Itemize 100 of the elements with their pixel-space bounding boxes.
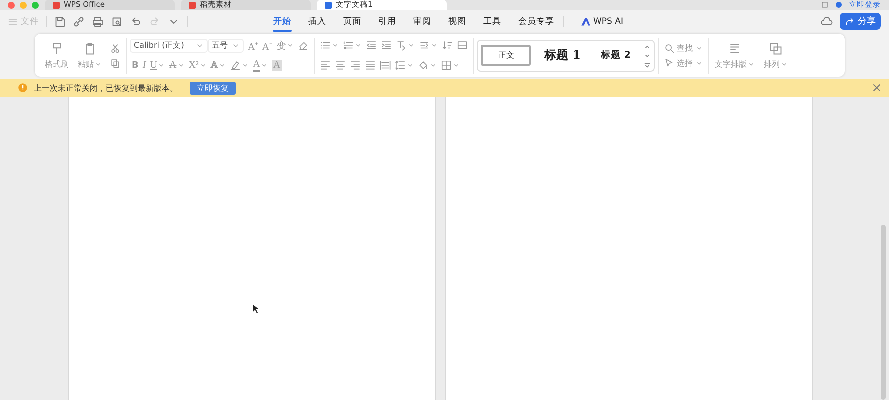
font-tool-button[interactable]: A <box>270 59 284 72</box>
format-painter-icon <box>50 42 64 56</box>
print-icon[interactable] <box>92 16 104 28</box>
caret-icon <box>780 60 788 68</box>
ribbon-tab[interactable]: 审阅 <box>405 12 440 32</box>
maximize-window-icon[interactable] <box>32 2 39 8</box>
close-window-icon[interactable] <box>8 2 15 8</box>
numbered-list-icon <box>343 40 354 51</box>
font-tool-button[interactable]: A⁺ <box>246 38 260 54</box>
align-right-icon <box>350 60 362 71</box>
style-option[interactable]: 正文 <box>481 45 532 66</box>
ai-logo-icon <box>580 16 590 26</box>
caret-icon <box>158 62 166 69</box>
ribbon-button[interactable]: 粘贴 <box>75 42 105 70</box>
app-logo-icon <box>189 2 196 8</box>
font-tool-button[interactable]: A <box>167 59 187 72</box>
caret-icon <box>219 62 226 69</box>
font-tool-button[interactable]: A⁻ <box>260 38 274 54</box>
ribbon-tab[interactable]: 工具 <box>475 12 510 32</box>
sort-icon <box>442 40 454 51</box>
outdent-icon <box>366 40 378 51</box>
tool-button[interactable] <box>378 59 394 72</box>
ribbon-tab[interactable]: 插入 <box>300 12 335 32</box>
caret-icon <box>696 60 703 66</box>
share-button[interactable]: 分享 <box>840 13 881 30</box>
share-icon <box>845 16 855 26</box>
font-tool-button[interactable]: I <box>140 59 148 72</box>
app-logo-icon <box>53 2 60 8</box>
font-tool-button[interactable]: 变 <box>274 38 296 54</box>
scissors-icon <box>110 42 121 54</box>
ai-tab[interactable]: WPS AI <box>572 12 632 30</box>
caret-icon <box>355 42 362 49</box>
style-option[interactable]: 标题 2 <box>594 44 638 67</box>
caret-icon <box>408 42 416 49</box>
style-option[interactable]: 标题 1 <box>537 42 588 69</box>
table-lines-icon <box>457 40 468 51</box>
caret-icon <box>178 62 185 69</box>
font-tool-button[interactable]: A <box>251 58 270 72</box>
paragraph-layout-icon <box>419 40 430 51</box>
copy-icon <box>110 58 121 68</box>
text-layout-icon <box>728 42 742 56</box>
highlighter-icon <box>230 60 242 71</box>
scrollbar[interactable] <box>881 225 886 400</box>
caret-icon <box>430 62 438 69</box>
caret-icon <box>95 60 102 68</box>
caret-icon <box>431 42 438 49</box>
app-logo-icon <box>325 2 332 8</box>
mouse-pointer-icon <box>252 303 260 315</box>
caret-icon <box>287 42 294 49</box>
ribbon-button[interactable]: 文字排版 <box>712 42 758 70</box>
caret-icon <box>261 62 268 69</box>
close-icon[interactable] <box>871 82 883 94</box>
justify-icon <box>365 60 376 71</box>
arrange-icon <box>768 42 783 56</box>
ribbon-tab[interactable]: 引用 <box>370 12 405 32</box>
ribbon-button[interactable]: 查找 <box>662 42 705 54</box>
caret-icon <box>407 62 414 69</box>
distribute-icon <box>380 60 392 71</box>
font-tool-button[interactable]: A <box>208 59 228 72</box>
font-name-select[interactable]: Calibri (正文) <box>130 38 208 52</box>
caret-icon <box>200 62 207 69</box>
save-icon[interactable] <box>54 16 66 28</box>
pointer-select-icon <box>664 58 675 68</box>
indent-icon <box>381 40 392 51</box>
ribbon-tab[interactable]: 视图 <box>440 12 475 32</box>
font-tool-button[interactable]: U <box>148 59 168 72</box>
ribbon-tab[interactable]: 页面 <box>335 12 370 32</box>
caret-icon <box>748 60 755 68</box>
text-direction-icon <box>396 40 408 51</box>
warning-icon <box>18 83 28 93</box>
ribbon-button[interactable]: 排列 <box>760 42 791 70</box>
search-icon <box>664 42 675 54</box>
bullet-list-icon <box>320 40 332 51</box>
font-tool-button[interactable]: X² <box>186 59 209 72</box>
line-spacing-icon <box>395 60 406 71</box>
ribbon-button[interactable]: 选择 <box>662 56 705 70</box>
eraser-icon <box>298 40 310 51</box>
undo-icon[interactable] <box>130 16 142 28</box>
ribbon-tab[interactable]: 开始 <box>265 12 300 32</box>
print-preview-icon[interactable] <box>111 16 123 28</box>
notice-message: 上一次未正常关闭，已恢复到最新版本。 <box>34 82 178 94</box>
caret-icon <box>453 62 460 69</box>
border-icon <box>441 60 452 71</box>
menu-icon <box>8 16 18 26</box>
cloud-icon[interactable] <box>821 16 833 28</box>
paint-bucket-icon <box>418 60 430 71</box>
clipboard-icon <box>83 42 97 56</box>
caret-icon <box>696 44 703 52</box>
restore-button[interactable]: 立即恢复 <box>190 82 236 94</box>
window-icon[interactable] <box>821 1 829 9</box>
link-icon[interactable] <box>73 16 85 28</box>
font-tool-button[interactable]: B <box>130 60 141 72</box>
align-left-icon <box>320 60 332 71</box>
align-center-icon <box>335 60 346 71</box>
avatar-icon <box>835 1 843 9</box>
caret-icon <box>242 62 250 69</box>
font-size-select[interactable]: 五号 <box>208 38 244 52</box>
ribbon-tab[interactable]: 会员专享 <box>510 12 563 32</box>
caret-icon <box>332 42 340 49</box>
ribbon-button[interactable]: 格式刷 <box>42 42 72 70</box>
